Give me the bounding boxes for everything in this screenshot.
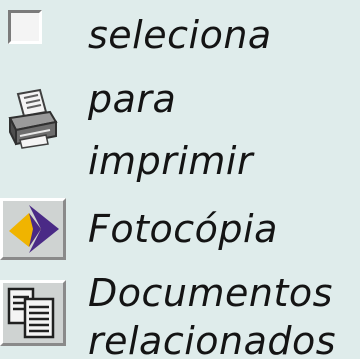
- documents-icon: [7, 287, 55, 339]
- printer-icon: [8, 88, 58, 149]
- select-checkbox[interactable]: [8, 10, 42, 44]
- photocopy-icon: [9, 205, 59, 253]
- print-button[interactable]: [2, 88, 60, 150]
- select-label: seleciona: [88, 13, 272, 57]
- photocopy-button[interactable]: [0, 198, 66, 260]
- related-documents-button[interactable]: [0, 280, 66, 346]
- related-documents-label-line2: relacionados: [88, 319, 337, 359]
- photocopy-label: Fotocópia: [88, 207, 278, 251]
- print-label-line2: imprimir: [88, 139, 254, 183]
- print-label-line1: para: [88, 77, 177, 121]
- related-documents-label-line1: Documentos: [88, 271, 333, 315]
